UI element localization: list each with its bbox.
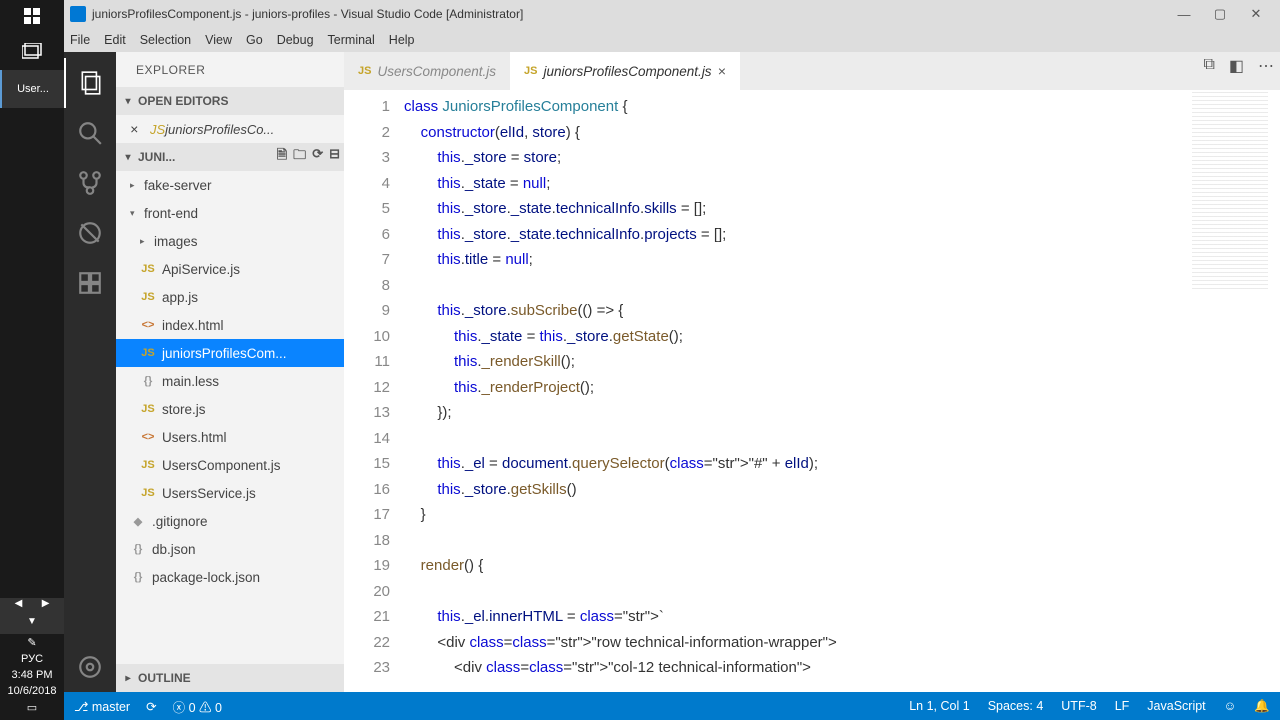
- file-db.json[interactable]: {}db.json: [116, 535, 344, 563]
- file-UsersService.js[interactable]: JSUsersService.js: [116, 479, 344, 507]
- taskbar-touch-keyboard[interactable]: ✎: [0, 634, 64, 651]
- minimap[interactable]: [1192, 92, 1268, 292]
- file-.gitignore[interactable]: ◆.gitignore: [116, 507, 344, 535]
- status-encoding[interactable]: UTF-8: [1061, 699, 1096, 713]
- titlebar: juniorsProfilesComponent.js - juniors-pr…: [64, 0, 1280, 28]
- minimize-button[interactable]: —: [1166, 7, 1202, 22]
- menu-edit[interactable]: Edit: [104, 33, 126, 47]
- status-eol[interactable]: LF: [1115, 699, 1130, 713]
- file-ApiService.js[interactable]: JSApiService.js: [116, 255, 344, 283]
- close-button[interactable]: ✕: [1238, 6, 1274, 22]
- status-language[interactable]: JavaScript: [1147, 699, 1205, 713]
- menu-debug[interactable]: Debug: [277, 33, 314, 47]
- status-cursor[interactable]: Ln 1, Col 1: [909, 699, 969, 713]
- menu-go[interactable]: Go: [246, 33, 263, 47]
- status-sync[interactable]: ⟳: [146, 699, 156, 714]
- activity-extensions[interactable]: [64, 258, 116, 308]
- menu-selection[interactable]: Selection: [140, 33, 191, 47]
- status-branch[interactable]: ⎇ master: [74, 699, 130, 714]
- status-bell-icon[interactable]: 🔔: [1254, 699, 1270, 714]
- new-file-icon[interactable]: 🗎: [277, 146, 287, 168]
- file-Users.html[interactable]: <>Users.html: [116, 423, 344, 451]
- activity-debug[interactable]: [64, 208, 116, 258]
- window-title: juniorsProfilesComponent.js - juniors-pr…: [92, 7, 523, 21]
- maximize-button[interactable]: ▢: [1202, 6, 1238, 22]
- menu-file[interactable]: File: [70, 33, 90, 47]
- file-main.less[interactable]: {}main.less: [116, 367, 344, 395]
- menu-help[interactable]: Help: [389, 33, 415, 47]
- activity-search[interactable]: [64, 108, 116, 158]
- open-editors-header[interactable]: ▾OPEN EDITORS: [116, 87, 344, 115]
- tab-juniorsProfilesComponent.js[interactable]: JSjuniorsProfilesComponent.js×: [510, 52, 740, 90]
- file-index.html[interactable]: <>index.html: [116, 311, 344, 339]
- close-icon[interactable]: ×: [718, 63, 726, 79]
- taskbar-date: 10/6/2018: [0, 683, 64, 699]
- status-feedback-icon[interactable]: ☺: [1224, 699, 1237, 713]
- more-actions-icon[interactable]: ⋯: [1258, 56, 1274, 76]
- open-editor-item[interactable]: ×JS juniorsProfilesCo...: [116, 115, 344, 143]
- taskbar-notifications[interactable]: ▭: [0, 699, 64, 716]
- collapse-icon[interactable]: ⊟: [329, 146, 340, 168]
- file-package-lock.json[interactable]: {}package-lock.json: [116, 563, 344, 591]
- status-problems[interactable]: ⓧ 0 ⚠ 0: [173, 697, 222, 716]
- menu-view[interactable]: View: [205, 33, 232, 47]
- file-app.js[interactable]: JSapp.js: [116, 283, 344, 311]
- activity-explorer[interactable]: [64, 58, 116, 108]
- folder-fake-server[interactable]: ▸fake-server: [116, 171, 344, 199]
- taskbar-language[interactable]: РУС: [0, 651, 64, 667]
- activity-source-control[interactable]: [64, 158, 116, 208]
- sidebar-title: EXPLORER: [116, 52, 344, 87]
- file-UsersComponent.js[interactable]: JSUsersComponent.js: [116, 451, 344, 479]
- taskbar-app-vscode[interactable]: User...: [0, 70, 64, 108]
- taskbar-clock[interactable]: 3:48 PM: [0, 667, 64, 683]
- windows-start-button[interactable]: [0, 0, 64, 32]
- close-icon[interactable]: ×: [130, 121, 146, 137]
- file-juniorsProfilesCom...[interactable]: JSjuniorsProfilesCom...: [116, 339, 344, 367]
- outline-header[interactable]: ▸OUTLINE: [116, 664, 344, 692]
- folder-images[interactable]: ▸images: [116, 227, 344, 255]
- taskbar-scroll-down[interactable]: ▼: [0, 616, 64, 634]
- menubar: File Edit Selection View Go Debug Terminal Help: [64, 28, 1280, 52]
- status-spaces[interactable]: Spaces: 4: [988, 699, 1044, 713]
- split-editor-icon[interactable]: ◧: [1229, 56, 1244, 76]
- folder-front-end[interactable]: ▾front-end: [116, 199, 344, 227]
- menu-terminal[interactable]: Terminal: [328, 33, 375, 47]
- tab-UsersComponent.js[interactable]: JSUsersComponent.js: [344, 52, 510, 90]
- compare-changes-icon[interactable]: ⧉: [1203, 56, 1214, 76]
- new-folder-icon[interactable]: 🗀: [293, 146, 306, 168]
- project-header[interactable]: ▾JUNI... 🗎 🗀 ⟳ ⊟: [116, 143, 344, 171]
- refresh-icon[interactable]: ⟳: [312, 146, 323, 168]
- vscode-icon: [70, 6, 86, 22]
- file-store.js[interactable]: JSstore.js: [116, 395, 344, 423]
- activity-settings[interactable]: [64, 642, 116, 692]
- task-view-button[interactable]: [0, 32, 64, 70]
- taskbar-scroll-left[interactable]: ◀ ▶: [0, 598, 64, 616]
